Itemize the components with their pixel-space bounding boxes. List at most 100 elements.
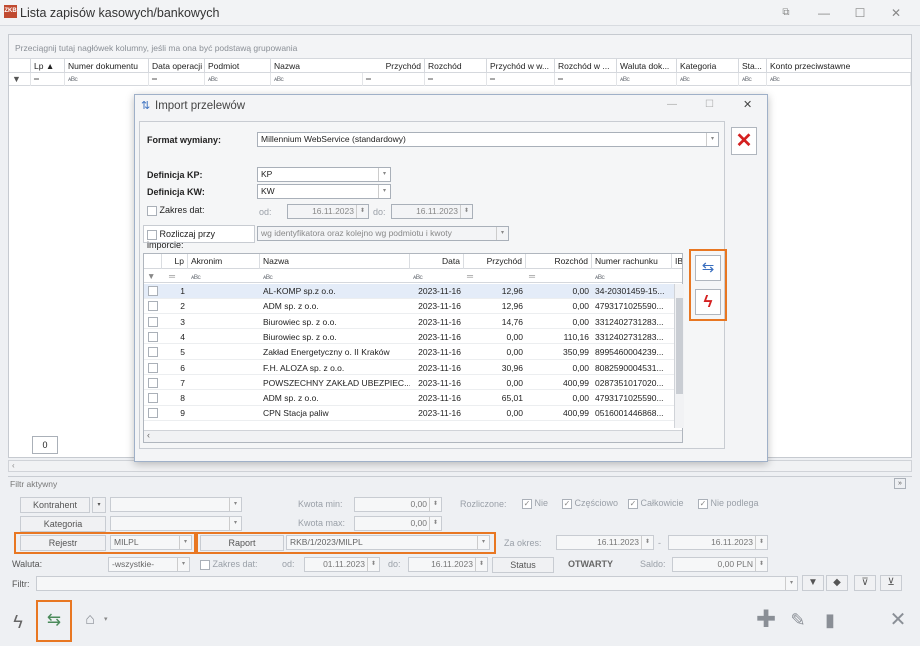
dialog-maximize-button[interactable]: ☐ [705, 99, 714, 110]
modal-do-field[interactable]: 16.11.2023 ⬍ [391, 204, 473, 219]
close-button[interactable]: ✕ [886, 4, 906, 22]
kategoria-input[interactable]: ▾ [110, 516, 242, 531]
rozliczone-czesciowo-checkbox[interactable]: ✓ Częściowo [562, 498, 618, 509]
filter-icon[interactable]: ▼ [144, 269, 162, 283]
chevron-down-icon[interactable]: ▾ [104, 615, 108, 623]
raport-select[interactable]: RKB/1/2023/MILPL ▾ [286, 535, 490, 550]
row-checkbox[interactable] [148, 393, 158, 404]
mcol-iban[interactable]: IB/ [672, 254, 682, 269]
mfilter-rozchod[interactable]: ═ [526, 269, 592, 283]
mcol-numer-rachunku[interactable]: Numer rachunku [592, 254, 672, 269]
col-nazwa[interactable]: Nazwa Przychód [271, 59, 425, 73]
filter-cell-nazwa[interactable]: ᴀBc [271, 73, 363, 86]
row-checkbox[interactable] [148, 377, 158, 388]
scroll-left-icon[interactable]: ‹ [12, 461, 15, 470]
rozliczaj-checkbox[interactable]: Rozliczaj przy imporcie: [143, 225, 255, 250]
od-date-field[interactable]: 01.11.2023 ⬍ [304, 557, 380, 572]
row-checkbox[interactable] [148, 316, 158, 327]
col-lp[interactable]: Lp ▲ [31, 59, 65, 73]
kwota-min-field[interactable]: 0,00 ⬍ [354, 497, 442, 512]
col-numer-dokumentu[interactable]: Numer dokumentu [65, 59, 149, 73]
clear-filter-icon[interactable]: ⊽ [854, 575, 876, 591]
import-row[interactable]: 1 AL-KOMP sp.z o.o. 2023-11-16 12,96 0,00 34-… [144, 284, 674, 299]
col-waluta[interactable]: Waluta dok... [617, 59, 677, 73]
status-button[interactable]: Status [492, 557, 554, 573]
row-checkbox[interactable] [148, 286, 158, 296]
delete-icon[interactable]: ▮ [816, 606, 844, 634]
filter-cell-waluta[interactable]: ᴀBc [617, 73, 677, 86]
scroll-left-icon[interactable]: ‹ [147, 430, 150, 440]
kwota-max-field[interactable]: 0,00 ⬍ [354, 516, 442, 531]
import-row[interactable]: 5 Zakład Energetyczny o. II Kraków 2023-11… [144, 345, 674, 360]
advanced-filter-icon[interactable]: ⊻ [880, 575, 902, 591]
cancel-close-icon[interactable]: ✕ [731, 127, 757, 155]
col-kategoria[interactable]: Kategoria [677, 59, 739, 73]
execute-lightning-icon[interactable]: ϟ [695, 289, 721, 315]
col-status[interactable]: Sta... [739, 59, 767, 73]
kontrahent-input[interactable]: ▾ [110, 497, 242, 512]
okres-do-field[interactable]: 16.11.2023 ⬍ [668, 535, 768, 550]
apply-filter-icon[interactable]: ▼ [802, 575, 824, 591]
modal-od-field[interactable]: 16.11.2023 ⬍ [287, 204, 369, 219]
filter-cell-rozchod[interactable]: ═ [425, 73, 487, 86]
filter-cell-numer[interactable]: ᴀBc [65, 73, 149, 86]
rozliczone-calkowicie-checkbox[interactable]: ✓ Całkowicie [628, 498, 684, 509]
scroll-thumb[interactable] [676, 298, 683, 394]
kontrahent-button[interactable]: Kontrahent [20, 497, 90, 513]
rejestr-select[interactable]: MILPL ▾ [110, 535, 192, 550]
raport-button[interactable]: Raport [200, 535, 284, 551]
rozliczone-nie-checkbox[interactable]: ✓ Nie [522, 498, 548, 509]
col-rozchod-w-walucie[interactable]: Rozchód w ... [555, 59, 617, 73]
edit-icon[interactable]: ✎ [784, 606, 812, 634]
import-horizontal-scrollbar[interactable]: ‹ [144, 430, 682, 442]
import-data-icon[interactable]: ⇆ [695, 255, 721, 281]
row-checkbox[interactable] [148, 301, 158, 312]
do-date-field[interactable]: 16.11.2023 ⬍ [408, 557, 488, 572]
minimize-button[interactable]: — [814, 4, 834, 22]
import-row[interactable]: 2 ADM sp. z o.o. 2023-11-16 12,96 0,00 479317… [144, 299, 674, 314]
zakres-dat-checkbox[interactable]: Zakres dat: [200, 559, 258, 570]
dialog-minimize-button[interactable]: — [667, 99, 677, 110]
collapse-filter-icon[interactable]: » [894, 478, 906, 489]
import-row[interactable]: 4 Biurowiec sp. z o.o. 2023-11-16 0,00 110,1… [144, 330, 674, 345]
mfilter-przychod[interactable]: ═ [464, 269, 526, 283]
waluta-select[interactable]: -wszystkie- ▾ [108, 557, 190, 572]
mcol-przychod[interactable]: Przychód [464, 254, 526, 269]
mcol-rozchod[interactable]: Rozchód [526, 254, 592, 269]
filter-cell-konto[interactable]: ᴀBc [767, 73, 911, 86]
mcol-data[interactable]: Data [410, 254, 464, 269]
col-data-operacji[interactable]: Data operacji [149, 59, 205, 73]
eraser-icon[interactable]: ◆ [826, 575, 848, 591]
import-przelewow-icon[interactable]: ⇆ [40, 606, 68, 634]
kontrahent-dropdown-icon[interactable]: ▾ [92, 497, 106, 513]
rejestr-button[interactable]: Rejestr [20, 535, 106, 551]
col-przychod[interactable]: Przychód [386, 61, 421, 71]
modal-zakres-dat-checkbox[interactable]: Zakres dat: [147, 205, 205, 216]
filter-cell-lp[interactable]: ═ [31, 73, 65, 86]
row-checkbox[interactable] [148, 362, 158, 373]
filter-cell-kategoria[interactable]: ᴀBc [677, 73, 739, 86]
filtr-input[interactable]: ▾ [36, 576, 798, 591]
dialog-close-button[interactable]: ✕ [743, 98, 752, 111]
col-przychod-w-walucie[interactable]: Przychód w w... [487, 59, 555, 73]
filter-cell-przychod[interactable]: ═ [363, 73, 425, 86]
import-row[interactable]: 6 F.H. ALOZA sp. z o.o. 2023-11-16 30,96 0,0… [144, 361, 674, 375]
filter-cell-rozchod-w[interactable]: ═ [555, 73, 617, 86]
col-rozchod[interactable]: Rozchód [425, 59, 487, 73]
kategoria-button[interactable]: Kategoria [20, 516, 106, 532]
mfilter-data[interactable]: ᴀBc [410, 269, 464, 283]
mcol-nazwa[interactable]: Nazwa [260, 254, 410, 269]
mcol-akronim[interactable]: Akronim [188, 254, 260, 269]
import-row[interactable]: 7 POWSZECHNY ZAKŁAD UBEZPIEC... 2023-11-16… [144, 376, 674, 391]
kw-select[interactable]: KW ▾ [257, 184, 391, 199]
okres-od-field[interactable]: 16.11.2023 ⬍ [556, 535, 654, 550]
row-checkbox[interactable] [148, 347, 158, 358]
format-select[interactable]: Millennium WebService (standardowy) ▾ [257, 132, 719, 147]
kp-select[interactable]: KP ▾ [257, 167, 391, 182]
mfilter-akronim[interactable]: ᴀBc [188, 269, 260, 283]
filter-cell-status[interactable]: ᴀBc [739, 73, 767, 86]
row-checkbox[interactable] [148, 408, 158, 419]
filter-icon[interactable]: ▼ [9, 73, 31, 86]
mfilter-lp[interactable]: ═ [166, 269, 188, 283]
col-konto[interactable]: Konto przeciwstawne [767, 59, 911, 73]
